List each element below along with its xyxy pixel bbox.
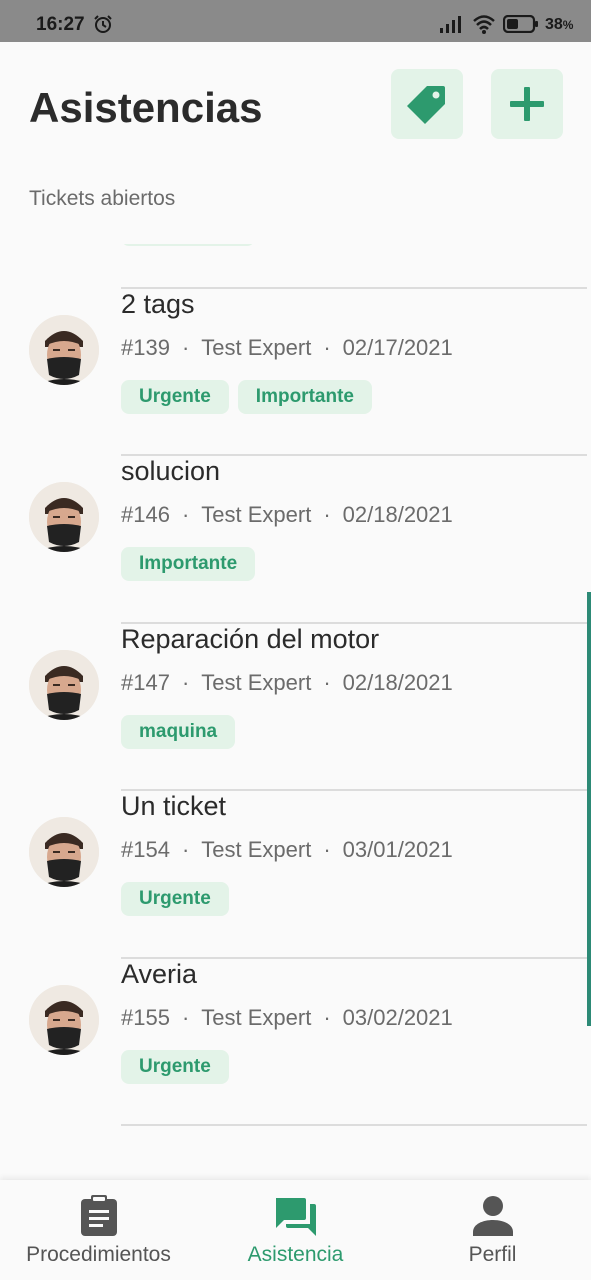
meta-separator: · — [323, 669, 331, 695]
ticket-tags: Importante — [121, 547, 256, 581]
person-icon — [472, 1196, 513, 1236]
tags-button[interactable] — [391, 69, 463, 139]
ticket-title: Reparación del motor — [121, 623, 380, 654]
ticket-row[interactable]: 2 tags #139 · Test Expert · 02/17/2021 Urgente… — [0, 288, 591, 456]
ticket-tags: Importante — [121, 244, 256, 246]
clipboard-icon — [80, 1195, 117, 1236]
meta-separator: · — [181, 669, 190, 695]
ticket-title: Averia — [121, 958, 198, 989]
ticket-date: 02/18/2021 — [342, 502, 453, 527]
avatar — [29, 482, 99, 552]
nav-asistencia-label: Asistencia — [247, 1243, 344, 1266]
ticket-meta: #147 · Test Expert · 02/18/2021 — [121, 670, 453, 696]
ticket-title: 2 tags — [121, 288, 195, 319]
ticket-number: #147 — [121, 669, 170, 695]
avatar — [29, 817, 99, 887]
nav-asistencia[interactable]: Asistencia — [197, 1180, 394, 1280]
ticket-author: Test Expert — [201, 334, 312, 360]
battery-icon — [503, 15, 538, 33]
alarm-icon — [94, 15, 112, 33]
section-label: Tickets abiertos — [29, 187, 176, 210]
ticket-date: 03/01/2021 — [342, 837, 453, 862]
ticket-row[interactable]: Averia #155 · Test Expert · 03/02/2021 Urgente — [0, 958, 591, 1126]
ticket-date: 02/17/2021 — [342, 334, 453, 360]
ticket-tags: Urgente — [121, 882, 229, 916]
ticket-author: Test Expert — [201, 1004, 312, 1030]
ticket-list-inner: #138·Test Expert·02/17/2021Importante 2 … — [0, 244, 591, 1126]
meta-separator: · — [181, 1004, 190, 1030]
tag-chip: Urgente — [121, 1049, 229, 1084]
avatar — [29, 984, 99, 1055]
ticket-meta: #154 · Test Expert · 03/01/2021 — [121, 837, 453, 863]
ticket-title: solucion — [121, 456, 221, 486]
ticket-author: Test Expert — [201, 502, 312, 527]
add-ticket-button[interactable] — [491, 69, 563, 139]
meta-separator: · — [323, 334, 331, 360]
tag-chip: maquina — [121, 714, 236, 749]
nav-procedimientos-label: Procedimientos — [26, 1243, 171, 1266]
tag-chip: Importante — [121, 244, 256, 246]
nav-perfil[interactable]: Perfil — [394, 1180, 591, 1280]
ticket-date: 02/18/2021 — [342, 669, 453, 695]
ticket-author: Test Expert — [201, 837, 312, 862]
meta-separator: · — [323, 837, 331, 862]
ticket-number: #155 — [121, 1004, 170, 1030]
plus-icon — [510, 87, 544, 121]
meta-separator: · — [323, 502, 331, 527]
tag-icon — [407, 86, 445, 124]
status-bar: 16:27 38% — [0, 0, 591, 42]
ticket-list[interactable]: #138·Test Expert·02/17/2021Importante 2 … — [0, 244, 591, 1180]
tag-chip: Urgente — [121, 379, 229, 414]
ticket-tags: maquina — [121, 714, 236, 749]
wifi-icon — [473, 15, 495, 34]
meta-separator: · — [181, 837, 190, 862]
ticket-meta: #155 · Test Expert · 03/02/2021 — [121, 1005, 453, 1031]
meta-separator: · — [181, 334, 190, 360]
ticket-meta: #139 · Test Expert · 02/17/2021 — [121, 335, 453, 361]
nav-perfil-label: Perfil — [468, 1243, 517, 1266]
ticket-row[interactable]: solucion #146 · Test Expert · 02/18/2021 Impor… — [0, 456, 591, 624]
tag-chip: Urgente — [121, 882, 229, 916]
page-title: Asistencias — [29, 84, 263, 131]
avatar — [29, 314, 99, 385]
chat-bubbles-icon — [275, 1198, 316, 1236]
tag-chip: Importante — [121, 547, 256, 581]
meta-separator: · — [181, 502, 190, 527]
ticket-title: Un ticket — [121, 791, 227, 821]
bottom-nav: Procedimientos Asistencia Perfil — [0, 1180, 591, 1280]
scrollbar[interactable] — [587, 592, 591, 1026]
ticket-meta: #146 · Test Expert · 02/18/2021 — [121, 502, 453, 528]
ticket-row[interactable]: Reparación del motor #147 · Test Expert · 02/… — [0, 623, 591, 791]
ticket-author: Test Expert — [201, 669, 312, 695]
ticket-tags: Urgente — [121, 1049, 229, 1084]
status-time: 16:27 — [36, 14, 85, 35]
tag-chip: Importante — [237, 379, 372, 414]
battery-percent: 38% — [545, 16, 574, 33]
ticket-row[interactable]: Un ticket #154 · Test Expert · 03/01/2021 Urge… — [0, 791, 591, 959]
ticket-number: #139 — [121, 334, 170, 360]
nav-procedimientos[interactable]: Procedimientos — [0, 1180, 197, 1280]
avatar — [29, 649, 99, 720]
divider — [121, 1124, 587, 1126]
signal-icon — [440, 16, 461, 33]
ticket-tags: Urgente Importante — [121, 379, 372, 414]
meta-separator: · — [323, 1004, 331, 1030]
ticket-row[interactable]: #138·Test Expert·02/17/2021Importante — [0, 244, 591, 289]
ticket-number: #146 — [121, 502, 170, 527]
ticket-number: #154 — [121, 837, 170, 862]
ticket-date: 03/02/2021 — [342, 1004, 453, 1030]
